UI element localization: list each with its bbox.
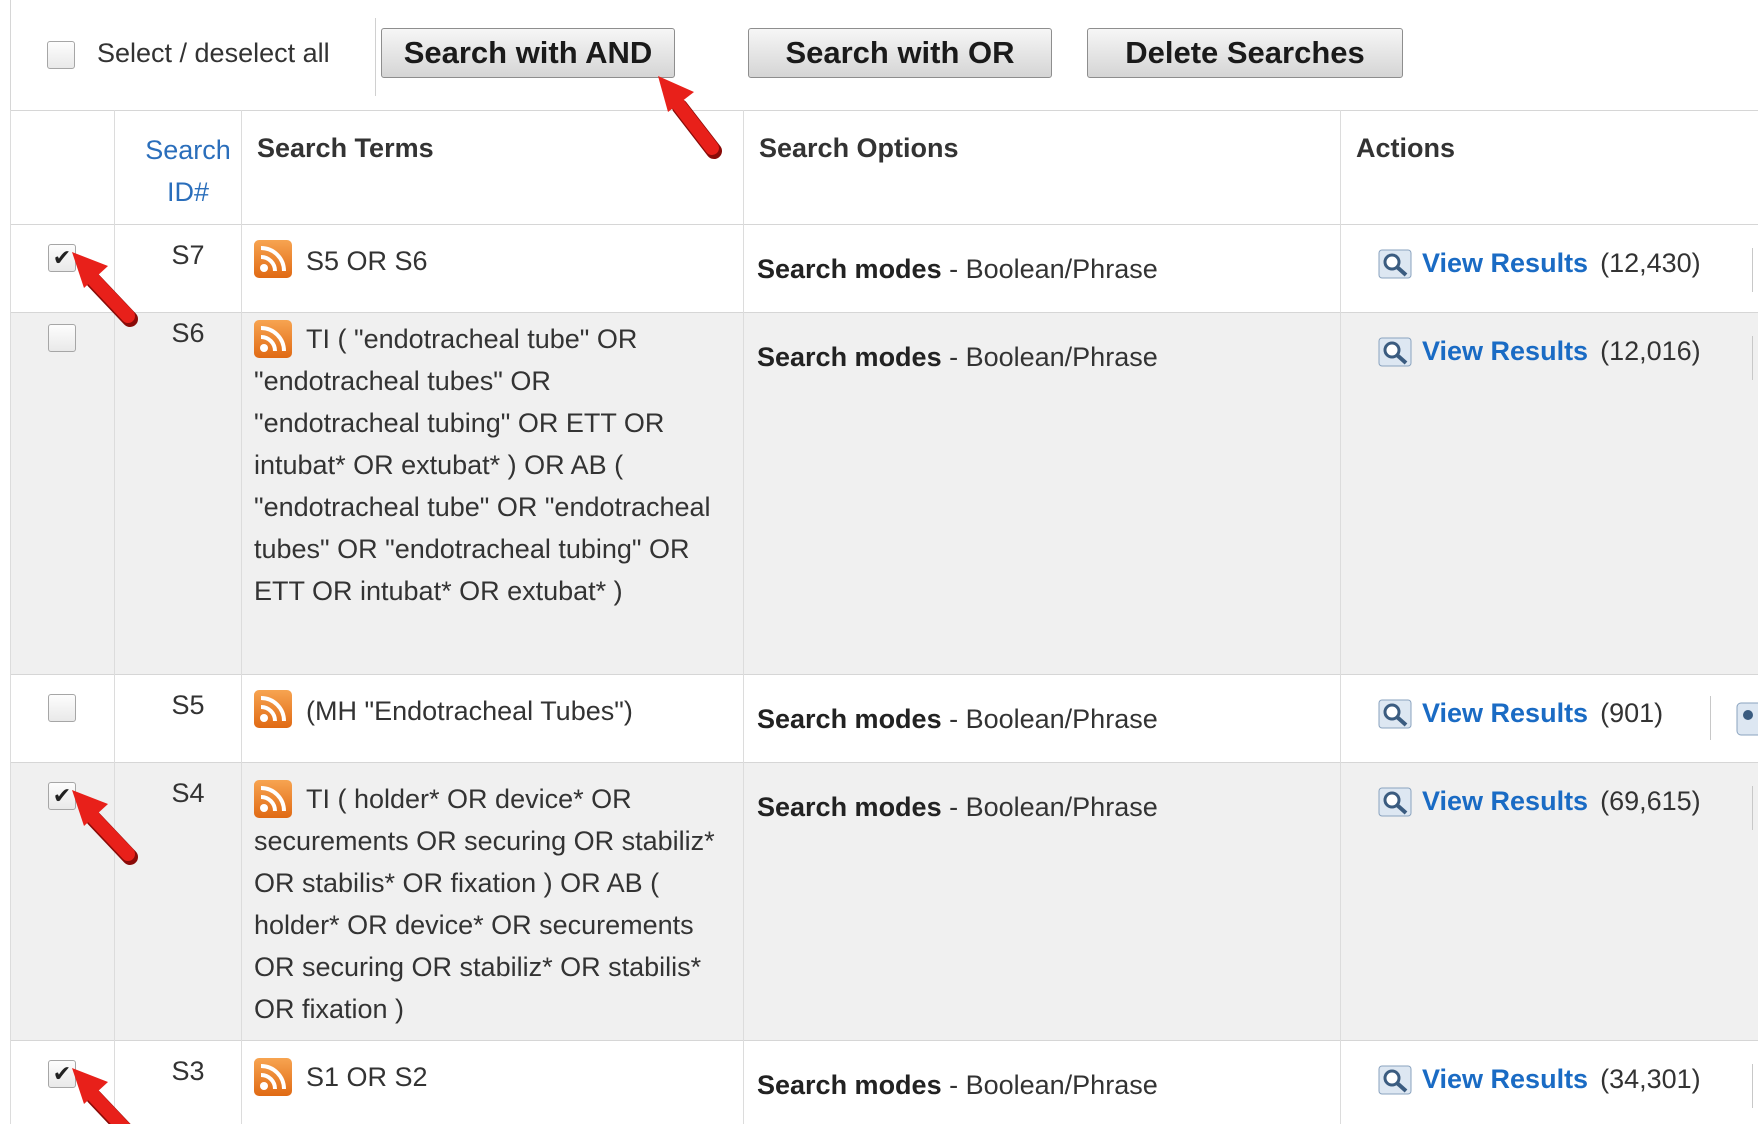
row-checkbox-s5[interactable] [48,694,76,722]
search-history-panel: Select / deselect all Search with AND Se… [0,0,1758,1124]
result-count: (901) [1600,698,1664,728]
search-id: S5 [171,690,205,720]
search-modes-label: Search modes [757,704,942,734]
magnifier-icon [1378,337,1412,366]
search-options-text: Search modes - Boolean/Phrase [757,1070,1158,1101]
view-results-link[interactable]: View Results [1422,1064,1588,1095]
search-id-header-line1: Search [145,135,231,165]
search-modes-label: Search modes [757,254,942,284]
header-row [10,110,1758,224]
search-modes-value: - Boolean/Phrase [941,342,1158,372]
actions-header: Actions [1356,133,1456,163]
search-options-header: Search Options [759,133,959,163]
search-modes-value: - Boolean/Phrase [941,792,1158,822]
search-options-text: Search modes - Boolean/Phrase [757,254,1158,285]
search-id-header-line2: ID# [166,177,210,207]
view-results-link[interactable]: View Results [1422,248,1588,279]
details-icon[interactable] [1736,702,1758,736]
view-results-link[interactable]: View Results [1422,786,1588,817]
search-id-header[interactable]: Search ID# [126,129,250,213]
red-arrow-annotation [658,76,722,159]
row-actions: View Results (34,301) [1378,1064,1701,1095]
search-history-table: Search ID# Search Terms Search Options A… [10,110,1758,1124]
search-with-or-button[interactable]: Search with OR [748,28,1052,78]
row-actions: View Results (901) [1378,698,1663,729]
toolbar-divider [375,18,376,96]
red-arrow-annotation [72,1068,131,1124]
row-actions: View Results (69,615) [1378,786,1701,817]
search-modes-value: - Boolean/Phrase [941,1070,1158,1100]
result-count: (69,615) [1600,786,1701,816]
result-count: (12,430) [1600,248,1701,278]
magnifier-icon [1378,699,1412,728]
search-terms-text: S5 OR S6 [306,246,428,276]
row-actions: View Results (12,016) [1378,336,1701,367]
result-count: (12,016) [1600,336,1701,366]
red-arrow-annotation [72,252,138,327]
search-terms-text: S1 OR S2 [306,1062,428,1092]
search-with-and-button[interactable]: Search with AND [381,28,675,78]
search-history-toolbar: Select / deselect all Search with AND Se… [10,0,1758,110]
search-options-text: Search modes - Boolean/Phrase [757,342,1158,373]
magnifier-icon [1378,787,1412,816]
result-count: (34,301) [1600,1064,1701,1094]
search-modes-label: Search modes [757,792,942,822]
search-modes-value: - Boolean/Phrase [941,254,1158,284]
search-options-text: Search modes - Boolean/Phrase [757,792,1158,823]
magnifier-icon [1378,1065,1412,1094]
search-terms-header: Search Terms [257,133,434,163]
magnifier-icon [1378,249,1412,278]
view-results-link[interactable]: View Results [1422,698,1588,729]
delete-searches-button[interactable]: Delete Searches [1087,28,1403,78]
select-all-label: Select / deselect all [97,38,330,68]
search-terms-text: (MH "Endotracheal Tubes") [306,696,633,726]
search-options-text: Search modes - Boolean/Phrase [757,704,1158,735]
search-terms-text: TI ( "endotracheal tube" OR "endotrachea… [254,324,711,606]
select-all-checkbox[interactable] [47,41,75,69]
search-terms-text: TI ( holder* OR device* OR securements O… [254,784,715,1024]
red-arrow-annotation [72,790,138,865]
view-results-link[interactable]: View Results [1422,336,1588,367]
search-modes-label: Search modes [757,1070,942,1100]
search-modes-label: Search modes [757,342,942,372]
row-actions: View Results (12,430) [1378,248,1701,279]
search-modes-value: - Boolean/Phrase [941,704,1158,734]
